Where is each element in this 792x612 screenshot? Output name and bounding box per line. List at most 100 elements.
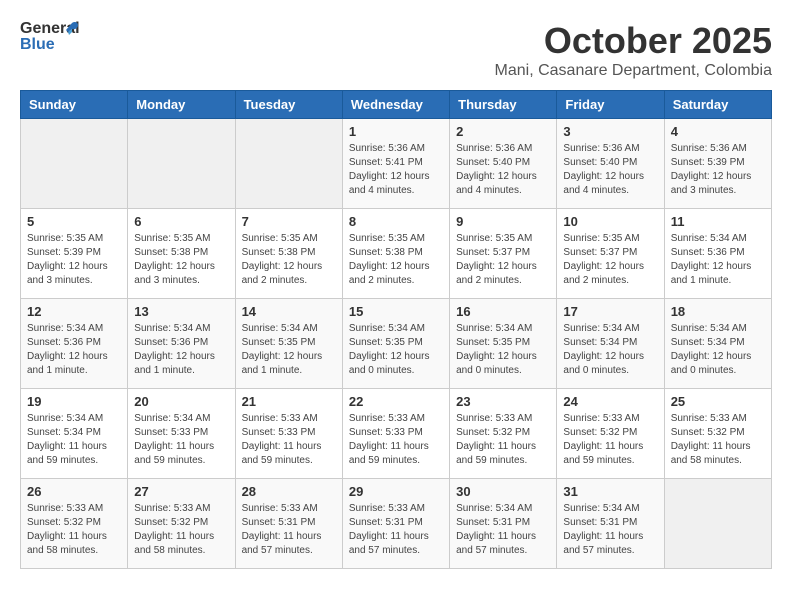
calendar-cell: 6Sunrise: 5:35 AM Sunset: 5:38 PM Daylig… (128, 209, 235, 299)
calendar-subtitle: Mani, Casanare Department, Colombia (495, 62, 772, 80)
day-info: Sunrise: 5:33 AM Sunset: 5:32 PM Dayligh… (134, 502, 228, 558)
day-number: 22 (349, 394, 443, 409)
calendar-cell: 18 Sunrise: 5:34 AM Sunset: 5:34 PM Dayli… (664, 299, 771, 389)
column-header-saturday: Saturday (664, 91, 771, 119)
calendar-cell: 3 Sunrise: 5:36 AM Sunset: 5:40 PM Daylig… (557, 119, 664, 209)
calendar-cell (664, 479, 771, 569)
day-info: Sunrise: 5:33 AM Sunset: 5:32 PM Dayligh… (27, 502, 121, 558)
column-header-friday: Friday (557, 91, 664, 119)
day-number: 24 (563, 394, 657, 409)
logo-blue-text: Blue (20, 36, 55, 54)
calendar-cell (128, 119, 235, 209)
calendar-cell (21, 119, 128, 209)
day-number: 17 (563, 304, 657, 319)
calendar-header-row: SundayMondayTuesdayWednesdayThursdayFrid… (21, 91, 772, 119)
day-number: 1 (349, 124, 443, 139)
day-number: 8 (349, 214, 443, 229)
calendar-table: SundayMondayTuesdayWednesdayThursdayFrid… (20, 90, 772, 569)
calendar-cell: 29 Sunrise: 5:33 AM Sunset: 5:31 PM Dayli… (342, 479, 449, 569)
calendar-cell: 17 Sunrise: 5:34 AM Sunset: 5:34 PM Dayli… (557, 299, 664, 389)
calendar-cell: 10 Sunrise: 5:35 AM Sunset: 5:37 PM Dayli… (557, 209, 664, 299)
day-number: 9 (456, 214, 550, 229)
day-number: 27 (134, 484, 228, 499)
calendar-cell: 23 Sunrise: 5:33 AM Sunset: 5:32 PM Dayli… (450, 389, 557, 479)
day-info: Sunrise: 5:33 AM Sunset: 5:32 PM Dayligh… (456, 412, 550, 468)
day-info: Sunrise: 5:36 AM Sunset: 5:41 PM Dayligh… (349, 142, 443, 198)
calendar-week-row: 26Sunrise: 5:33 AM Sunset: 5:32 PM Dayli… (21, 479, 772, 569)
day-number: 28 (242, 484, 336, 499)
calendar-cell: 28Sunrise: 5:33 AM Sunset: 5:31 PM Dayli… (235, 479, 342, 569)
day-info: Sunrise: 5:33 AM Sunset: 5:32 PM Dayligh… (563, 412, 657, 468)
day-info: Sunrise: 5:35 AM Sunset: 5:37 PM Dayligh… (563, 232, 657, 288)
calendar-cell: 13 Sunrise: 5:34 AM Sunset: 5:36 PM Dayli… (128, 299, 235, 389)
day-info: Sunrise: 5:33 AM Sunset: 5:32 PM Dayligh… (671, 412, 765, 468)
calendar-cell: 8Sunrise: 5:35 AM Sunset: 5:38 PM Daylig… (342, 209, 449, 299)
calendar-cell: 5 Sunrise: 5:35 AM Sunset: 5:39 PM Daylig… (21, 209, 128, 299)
day-number: 13 (134, 304, 228, 319)
day-number: 19 (27, 394, 121, 409)
day-number: 5 (27, 214, 121, 229)
day-info: Sunrise: 5:35 AM Sunset: 5:37 PM Dayligh… (456, 232, 550, 288)
day-number: 21 (242, 394, 336, 409)
day-number: 18 (671, 304, 765, 319)
calendar-cell: 1 Sunrise: 5:36 AM Sunset: 5:41 PM Daylig… (342, 119, 449, 209)
column-header-monday: Monday (128, 91, 235, 119)
day-info: Sunrise: 5:33 AM Sunset: 5:33 PM Dayligh… (242, 412, 336, 468)
column-header-wednesday: Wednesday (342, 91, 449, 119)
calendar-week-row: 19Sunrise: 5:34 AM Sunset: 5:34 PM Dayli… (21, 389, 772, 479)
day-number: 23 (456, 394, 550, 409)
calendar-cell: 12 Sunrise: 5:34 AM Sunset: 5:36 PM Dayli… (21, 299, 128, 389)
day-info: Sunrise: 5:34 AM Sunset: 5:33 PM Dayligh… (134, 412, 228, 468)
title-block: October 2025 Mani, Casanare Department, … (495, 20, 772, 80)
calendar-cell: 4Sunrise: 5:36 AM Sunset: 5:39 PM Daylig… (664, 119, 771, 209)
calendar-cell: 7 Sunrise: 5:35 AM Sunset: 5:38 PM Daylig… (235, 209, 342, 299)
day-number: 11 (671, 214, 765, 229)
day-info: Sunrise: 5:33 AM Sunset: 5:33 PM Dayligh… (349, 412, 443, 468)
day-number: 10 (563, 214, 657, 229)
calendar-cell: 21 Sunrise: 5:33 AM Sunset: 5:33 PM Dayli… (235, 389, 342, 479)
day-number: 3 (563, 124, 657, 139)
column-header-tuesday: Tuesday (235, 91, 342, 119)
page-header: General Blue October 2025 Mani, Casanare… (20, 20, 772, 80)
calendar-cell: 9 Sunrise: 5:35 AM Sunset: 5:37 PM Daylig… (450, 209, 557, 299)
day-number: 20 (134, 394, 228, 409)
calendar-cell: 16Sunrise: 5:34 AM Sunset: 5:35 PM Dayli… (450, 299, 557, 389)
day-info: Sunrise: 5:33 AM Sunset: 5:31 PM Dayligh… (349, 502, 443, 558)
day-number: 14 (242, 304, 336, 319)
day-info: Sunrise: 5:35 AM Sunset: 5:39 PM Dayligh… (27, 232, 121, 288)
day-number: 25 (671, 394, 765, 409)
calendar-body: 1 Sunrise: 5:36 AM Sunset: 5:41 PM Daylig… (21, 119, 772, 569)
day-info: Sunrise: 5:34 AM Sunset: 5:36 PM Dayligh… (27, 322, 121, 378)
day-number: 7 (242, 214, 336, 229)
calendar-week-row: 12 Sunrise: 5:34 AM Sunset: 5:36 PM Dayli… (21, 299, 772, 389)
day-info: Sunrise: 5:34 AM Sunset: 5:35 PM Dayligh… (242, 322, 336, 378)
day-number: 12 (27, 304, 121, 319)
day-number: 15 (349, 304, 443, 319)
day-info: Sunrise: 5:34 AM Sunset: 5:35 PM Dayligh… (456, 322, 550, 378)
column-header-thursday: Thursday (450, 91, 557, 119)
day-info: Sunrise: 5:34 AM Sunset: 5:34 PM Dayligh… (563, 322, 657, 378)
day-info: Sunrise: 5:36 AM Sunset: 5:40 PM Dayligh… (456, 142, 550, 198)
day-info: Sunrise: 5:35 AM Sunset: 5:38 PM Dayligh… (242, 232, 336, 288)
logo: General Blue (20, 20, 80, 65)
day-number: 29 (349, 484, 443, 499)
calendar-week-row: 5 Sunrise: 5:35 AM Sunset: 5:39 PM Daylig… (21, 209, 772, 299)
calendar-cell: 2Sunrise: 5:36 AM Sunset: 5:40 PM Daylig… (450, 119, 557, 209)
day-number: 30 (456, 484, 550, 499)
day-number: 4 (671, 124, 765, 139)
calendar-cell (235, 119, 342, 209)
day-info: Sunrise: 5:34 AM Sunset: 5:34 PM Dayligh… (671, 322, 765, 378)
calendar-cell: 26Sunrise: 5:33 AM Sunset: 5:32 PM Dayli… (21, 479, 128, 569)
logo-bird-icon (58, 20, 80, 42)
day-number: 31 (563, 484, 657, 499)
day-info: Sunrise: 5:34 AM Sunset: 5:31 PM Dayligh… (563, 502, 657, 558)
calendar-week-row: 1 Sunrise: 5:36 AM Sunset: 5:41 PM Daylig… (21, 119, 772, 209)
calendar-cell: 25 Sunrise: 5:33 AM Sunset: 5:32 PM Dayli… (664, 389, 771, 479)
day-info: Sunrise: 5:36 AM Sunset: 5:40 PM Dayligh… (563, 142, 657, 198)
calendar-cell: 27 Sunrise: 5:33 AM Sunset: 5:32 PM Dayli… (128, 479, 235, 569)
column-header-sunday: Sunday (21, 91, 128, 119)
day-info: Sunrise: 5:35 AM Sunset: 5:38 PM Dayligh… (134, 232, 228, 288)
calendar-cell: 20 Sunrise: 5:34 AM Sunset: 5:33 PM Dayli… (128, 389, 235, 479)
day-info: Sunrise: 5:34 AM Sunset: 5:36 PM Dayligh… (134, 322, 228, 378)
day-info: Sunrise: 5:34 AM Sunset: 5:31 PM Dayligh… (456, 502, 550, 558)
